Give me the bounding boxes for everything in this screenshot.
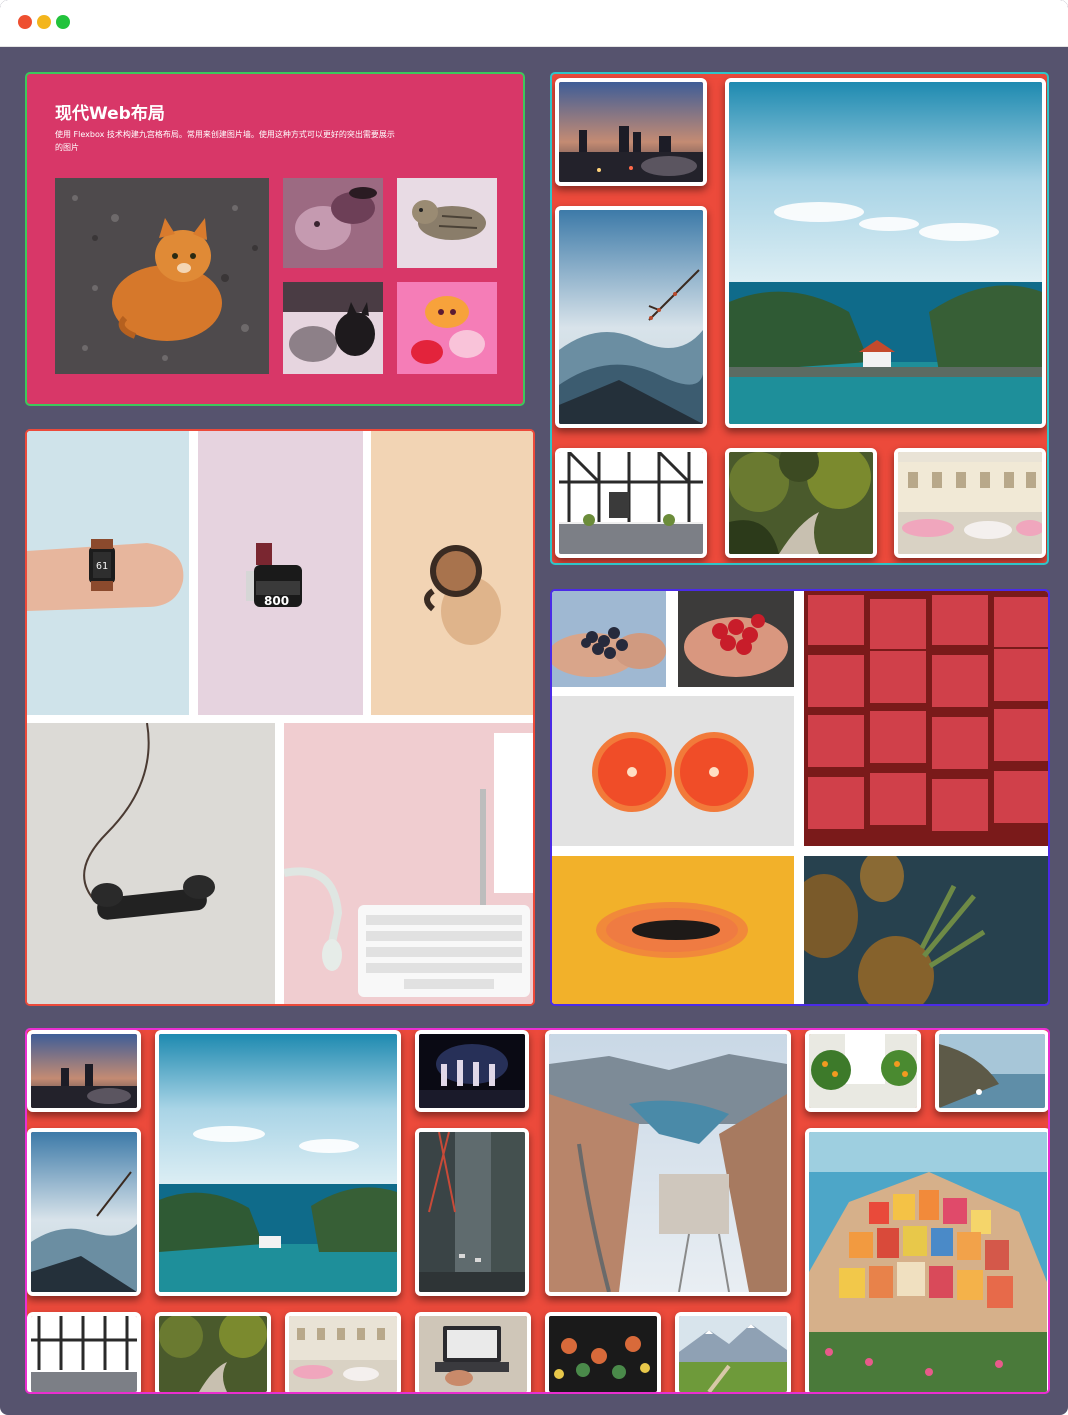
city-street-photo[interactable] — [415, 1128, 529, 1296]
laptop-desk-photo[interactable] — [415, 1312, 531, 1392]
smartwatch-wrist-photo[interactable]: 61 — [27, 431, 189, 715]
minimize-button[interactable] — [37, 15, 51, 29]
orange-cat-photo[interactable] — [55, 178, 269, 374]
cats-in-hands-photo[interactable] — [283, 178, 383, 268]
hero-description: 使用 Flexbox 技术构建九宫格布局。常用来创建图片墙。使用这种方式可以更好… — [55, 130, 395, 152]
svg-text:61: 61 — [96, 561, 108, 572]
orange-trees-photo[interactable] — [805, 1030, 921, 1112]
colorful-village-photo[interactable] — [805, 1128, 1048, 1392]
watermelon-cubes-photo[interactable] — [804, 591, 1048, 846]
fruits-panel — [550, 589, 1050, 1006]
ornaments-photo[interactable] — [545, 1312, 661, 1392]
island-bay-photo[interactable] — [155, 1030, 401, 1296]
blueberries-hands-photo[interactable] — [552, 591, 666, 687]
objects-panel: 61 800 — [25, 429, 535, 1006]
city-sunset-photo[interactable] — [555, 78, 707, 186]
kitten-pink-photo[interactable] — [397, 282, 497, 374]
hero-title: 现代Web布局 — [55, 104, 165, 124]
classic-cars-photo[interactable] — [894, 448, 1046, 558]
telephone-handset-photo[interactable] — [27, 723, 275, 1004]
close-button[interactable] — [18, 15, 32, 29]
misty-mountains-photo[interactable] — [555, 206, 707, 428]
maximize-button[interactable] — [56, 15, 70, 29]
misty-mountains-photo[interactable] — [27, 1128, 141, 1296]
two-cats-photo[interactable] — [283, 282, 383, 374]
forest-road-photo[interactable] — [155, 1312, 271, 1392]
grapefruit-halves-photo[interactable] — [552, 696, 794, 846]
pineapples-photo[interactable] — [804, 856, 1048, 1004]
svg-text:800: 800 — [264, 594, 289, 608]
canyon-dam-photo[interactable] — [545, 1030, 791, 1296]
coast-cliff-photo[interactable] — [935, 1030, 1048, 1112]
strawberries-hands-photo[interactable] — [678, 591, 794, 687]
city-sunset-photo[interactable] — [27, 1030, 141, 1112]
tabby-cat-photo[interactable] — [397, 178, 497, 268]
headphones-keyboard-photo[interactable] — [284, 723, 533, 1004]
alpine-meadow-photo[interactable] — [675, 1312, 791, 1392]
classic-cars-photo[interactable] — [285, 1312, 401, 1392]
dancers-stage-photo[interactable] — [415, 1030, 529, 1112]
browser-window: 现代Web布局 使用 Flexbox 技术构建九宫格布局。常用来创建图片墙。使用… — [0, 0, 1068, 1415]
coffee-cup-photo[interactable] — [371, 431, 533, 715]
island-bay-photo[interactable] — [725, 78, 1046, 428]
forest-road-photo[interactable] — [725, 448, 877, 558]
wall-panel — [25, 1028, 1050, 1394]
tudor-house-photo[interactable] — [555, 448, 707, 558]
papaya-photo[interactable] — [552, 856, 794, 1004]
title-bar — [0, 0, 1068, 47]
film-roll-photo[interactable]: 800 — [198, 431, 363, 715]
hero-panel: 现代Web布局 使用 Flexbox 技术构建九宫格布局。常用来创建图片墙。使用… — [25, 72, 525, 406]
tudor-house-photo[interactable] — [27, 1312, 141, 1392]
gallery-panel — [550, 72, 1049, 565]
